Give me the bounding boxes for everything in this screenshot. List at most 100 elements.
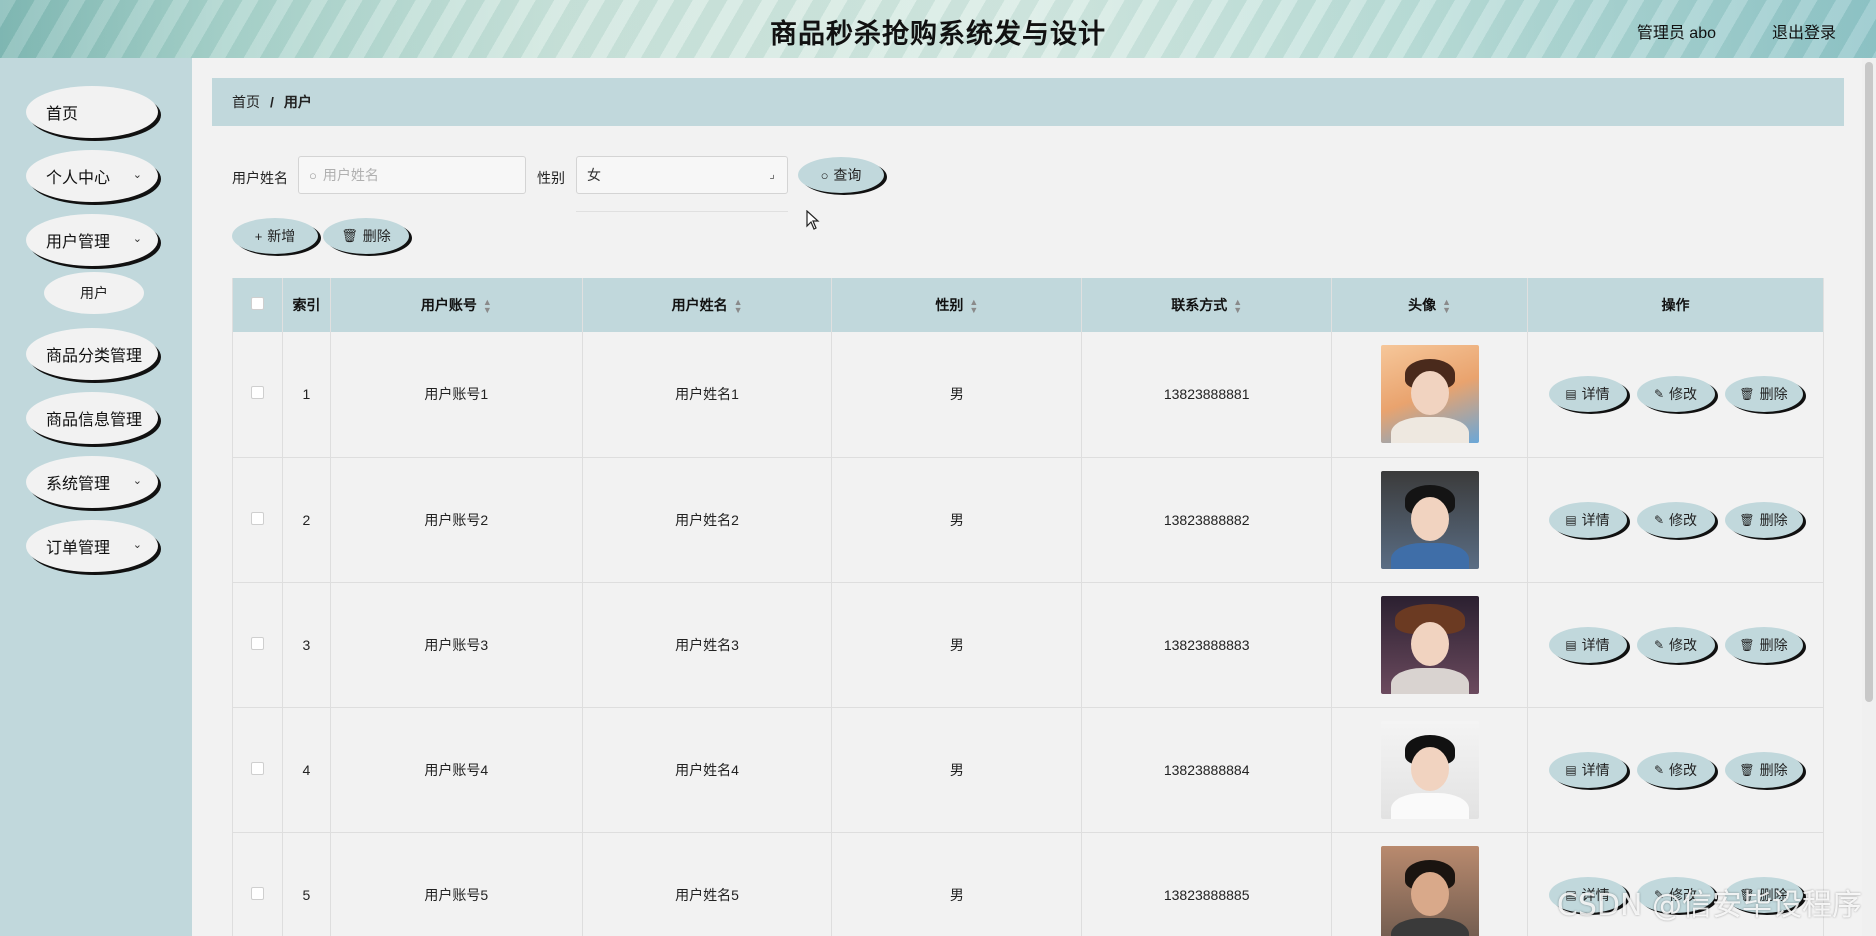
cell-gender: 男 — [831, 832, 1083, 936]
sidebar-item-user-management[interactable]: 用户管理 ⌄ — [26, 214, 158, 266]
breadcrumb-separator: / — [270, 94, 274, 110]
cell-account: 用户账号1 — [330, 332, 583, 458]
add-button[interactable]: + 新增 — [232, 218, 318, 254]
chevron-down-icon: ⌄ — [132, 539, 142, 551]
gender-dropdown-menu — [576, 204, 788, 212]
bulk-delete-button-label: 删除 — [362, 228, 391, 244]
bulk-delete-button[interactable]: 🗑 删除 — [323, 218, 409, 254]
delete-button[interactable]: 🗑 删除 — [1724, 626, 1803, 663]
select-all-checkbox[interactable] — [250, 297, 264, 310]
scrollbar-thumb[interactable] — [1865, 62, 1873, 702]
document-icon: ▤ — [1565, 637, 1577, 652]
user-table: 索引 用户账号 ▲ ▼ 用户姓名 ▲ ▼ 性别 ▲ ▼ 联系方式 ▲ ▼ 头像 ▲ ▼ 操作 1 用… — [232, 278, 1824, 936]
sidebar-subitem-label: 用户 — [80, 285, 108, 301]
sidebar-item-label: 系统管理 — [46, 476, 111, 493]
chevron-down-icon: ⌄ — [132, 475, 142, 487]
sort-icon[interactable]: ▲ ▼ — [1442, 298, 1451, 315]
sidebar-item-product-management[interactable]: 商品信息管理 — [26, 392, 158, 444]
table-header-row: 索引 用户账号 ▲ ▼ 用户姓名 ▲ ▼ 性别 ▲ ▼ 联系方式 ▲ ▼ 头像 ▲ ▼ 操作 — [232, 278, 1824, 332]
chevron-down-icon: ⌄ — [132, 233, 142, 245]
detail-button[interactable]: ▤ 详情 — [1548, 626, 1627, 663]
avatar — [1380, 470, 1479, 569]
detail-button[interactable]: ▤ 详情 — [1548, 376, 1627, 413]
watermark: CSDN @信安毕设程序 — [1556, 888, 1862, 923]
cell-name: 用户姓名3 — [582, 582, 833, 708]
sort-icon[interactable]: ▲ ▼ — [1233, 298, 1242, 315]
cell-index: 1 — [282, 332, 331, 458]
column-header-name[interactable]: 用户姓名 ▲ ▼ — [582, 278, 833, 332]
sidebar-item-order-management[interactable]: 订单管理 ⌄ — [26, 520, 158, 572]
trash-icon: 🗑 — [1739, 762, 1755, 777]
sort-icon[interactable]: ▲ ▼ — [734, 298, 743, 315]
breadcrumb-home[interactable]: 首页 — [232, 92, 260, 112]
sort-icon[interactable]: ▲ ▼ — [483, 298, 492, 315]
cell-index: 4 — [282, 707, 331, 833]
column-header-gender[interactable]: 性别 ▲ ▼ — [831, 278, 1083, 332]
cell-account: 用户账号2 — [330, 457, 583, 583]
breadcrumb-current: 用户 — [283, 94, 312, 110]
pencil-icon: ✎ — [1653, 512, 1665, 527]
sidebar-item-system-management[interactable]: 系统管理 ⌄ — [26, 456, 158, 508]
cell-name: 用户姓名2 — [582, 457, 833, 583]
add-button-label: 新增 — [267, 228, 296, 244]
delete-button[interactable]: 🗑 删除 — [1724, 376, 1803, 413]
sidebar-item-category-management[interactable]: 商品分类管理 — [26, 328, 158, 380]
edit-button[interactable]: ✎ 修改 — [1636, 751, 1715, 788]
edit-button[interactable]: ✎ 修改 — [1636, 626, 1715, 663]
cell-phone: 13823888882 — [1081, 457, 1333, 583]
row-checkbox[interactable] — [250, 511, 264, 525]
chevron-down-icon: ⌄ — [132, 169, 142, 181]
logout-link[interactable]: 退出登录 — [1772, 19, 1836, 43]
trash-icon: 🗑 — [1739, 637, 1755, 652]
search-icon: ○ — [309, 167, 317, 183]
sidebar-item-profile[interactable]: 个人中心 ⌄ — [26, 150, 158, 202]
select-arrow-icon: ⌟ — [769, 167, 775, 181]
pencil-icon: ✎ — [1653, 387, 1665, 402]
name-search-placeholder: 用户姓名 — [322, 167, 379, 183]
document-icon: ▤ — [1565, 387, 1577, 402]
column-header-phone[interactable]: 联系方式 ▲ ▼ — [1081, 278, 1333, 332]
query-button[interactable]: ○ 查询 — [798, 157, 884, 193]
query-button-label: 查询 — [833, 167, 862, 183]
row-checkbox[interactable] — [250, 886, 264, 900]
cell-gender: 男 — [831, 457, 1083, 583]
row-checkbox[interactable] — [250, 636, 264, 650]
table-row: 3 用户账号3 用户姓名3 男 13823888883 ▤ 详情 ✎ 修改 🗑 删除 — [232, 582, 1824, 708]
gender-select[interactable]: 女 ⌟ — [576, 156, 788, 194]
page-title: 商品秒杀抢购系统发与设计 — [770, 19, 1106, 50]
edit-button[interactable]: ✎ 修改 — [1636, 376, 1715, 413]
name-search-label: 用户姓名 — [232, 170, 288, 186]
detail-button[interactable]: ▤ 详情 — [1548, 751, 1627, 788]
delete-button[interactable]: 🗑 删除 — [1724, 501, 1803, 538]
sort-icon[interactable]: ▲ ▼ — [969, 298, 978, 315]
sidebar-item-label: 订单管理 — [46, 540, 111, 557]
sidebar: 首页 个人中心 ⌄ 用户管理 ⌄ 用户 商品分类管理 商品信息管理 系统管理 ⌄… — [0, 58, 192, 936]
cell-index: 3 — [282, 582, 331, 708]
name-search-input[interactable]: ○ 用户姓名 — [298, 156, 526, 194]
select-all-header[interactable] — [232, 278, 283, 332]
column-header-account[interactable]: 用户账号 ▲ ▼ — [330, 278, 583, 332]
cell-account: 用户账号3 — [330, 582, 583, 708]
cell-name: 用户姓名1 — [582, 332, 833, 458]
avatar — [1380, 595, 1479, 694]
cell-account: 用户账号4 — [330, 707, 583, 833]
vertical-scrollbar[interactable] — [1862, 58, 1876, 936]
sidebar-item-label: 首页 — [46, 106, 79, 123]
sidebar-item-home[interactable]: 首页 — [26, 86, 158, 138]
search-icon: ○ — [820, 167, 829, 183]
edit-button[interactable]: ✎ 修改 — [1636, 501, 1715, 538]
row-checkbox[interactable] — [250, 386, 264, 400]
column-header-avatar[interactable]: 头像 ▲ ▼ — [1331, 278, 1528, 332]
sidebar-item-label: 商品分类管理 — [46, 348, 143, 365]
trash-icon: 🗑 — [1739, 387, 1755, 402]
delete-button[interactable]: 🗑 删除 — [1724, 751, 1803, 788]
breadcrumb: 首页 / 用户 — [212, 78, 1844, 126]
detail-button[interactable]: ▤ 详情 — [1548, 501, 1627, 538]
sidebar-item-label: 个人中心 — [46, 170, 111, 187]
document-icon: ▤ — [1565, 762, 1577, 777]
row-checkbox[interactable] — [250, 761, 264, 775]
avatar — [1380, 845, 1479, 936]
gender-filter-label: 性别 — [537, 170, 565, 186]
pencil-icon: ✎ — [1653, 762, 1665, 777]
sidebar-subitem-user[interactable]: 用户 — [44, 272, 144, 314]
